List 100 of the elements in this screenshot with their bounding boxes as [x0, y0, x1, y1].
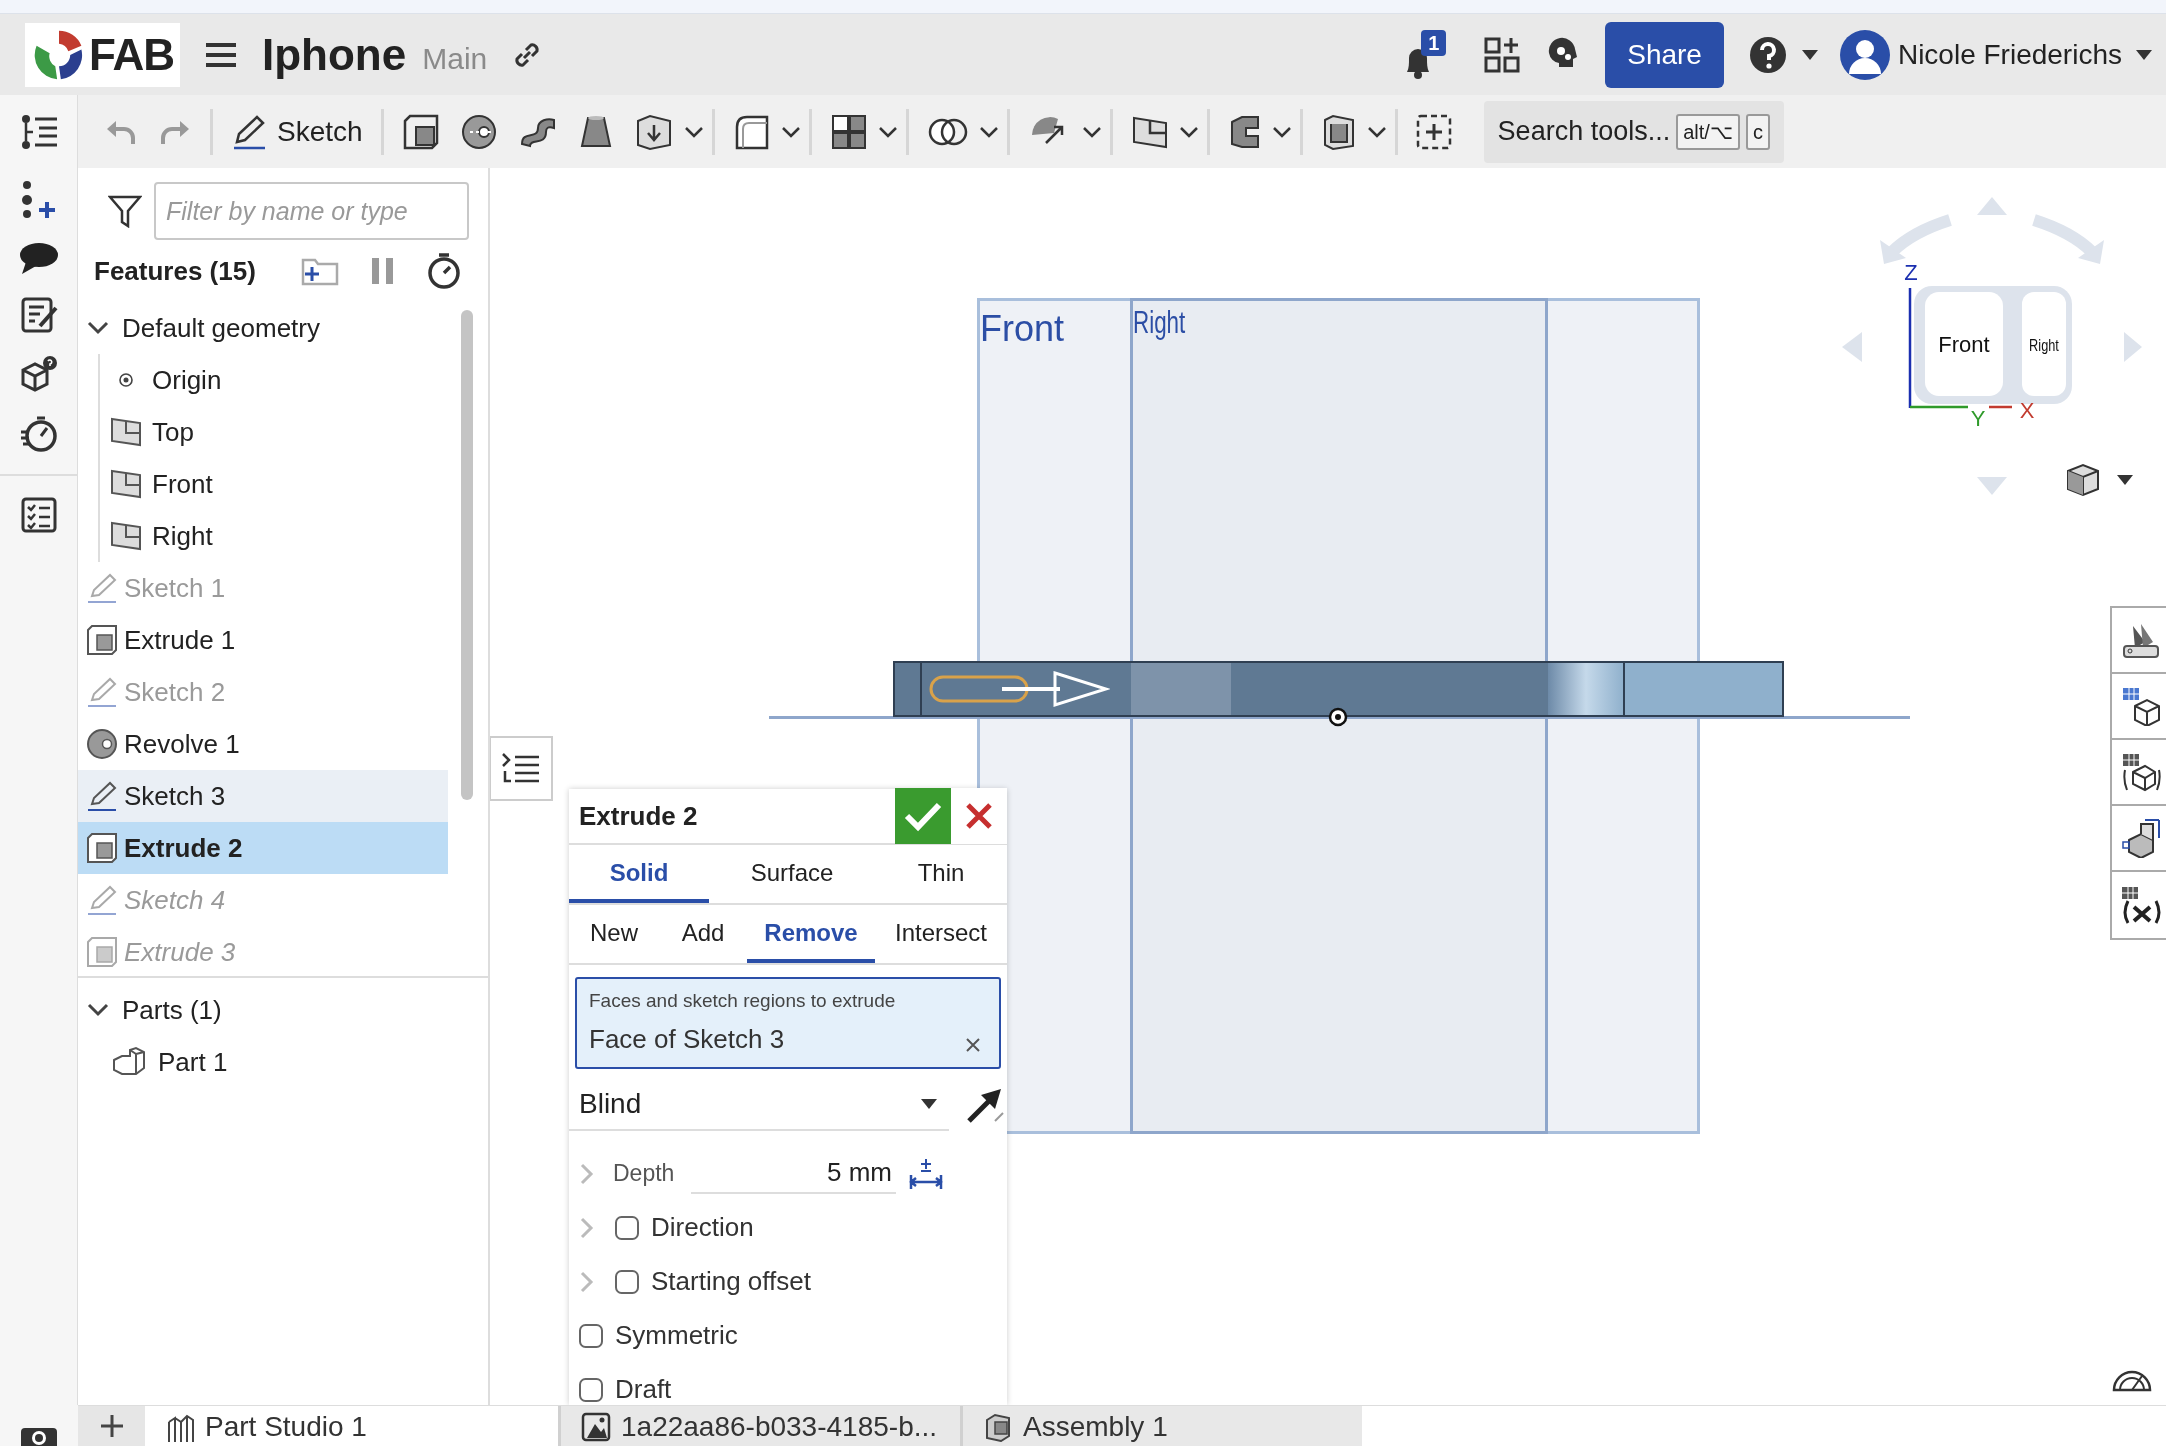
view-cube-widget[interactable]: Front Right Z Y X [1780, 180, 2166, 510]
view-cube[interactable] [1914, 286, 2072, 404]
checkbox[interactable] [579, 1323, 603, 1348]
filter-icon[interactable] [108, 194, 142, 228]
tree-item[interactable]: Origin [78, 354, 448, 406]
comment-icon [17, 240, 60, 276]
clear-icon[interactable] [965, 1036, 981, 1053]
help-button[interactable] [1747, 34, 1788, 75]
rail-button[interactable] [19, 296, 58, 334]
pencil-icon [86, 780, 118, 812]
pause-icon[interactable] [369, 256, 396, 286]
pencil-icon [231, 113, 267, 150]
user-name[interactable]: Nicole Friederichs [1897, 33, 2122, 76]
feature-item[interactable]: Sketch 3 [78, 770, 448, 822]
tree-item[interactable]: Front [78, 458, 448, 510]
plane-icon [110, 417, 142, 447]
part-drawing[interactable] [893, 661, 1784, 717]
branch-name: Main [422, 41, 488, 77]
dialog-title: Extrude 2 [579, 799, 698, 833]
checklist-icon [19, 496, 58, 534]
feature-item[interactable]: Extrude 1 [78, 614, 448, 666]
checkbox[interactable] [615, 1269, 639, 1294]
notification-badge: 1 [1421, 29, 1447, 56]
cube-face-label: Front [1938, 332, 1990, 357]
feature-item[interactable]: Extrude 2 [78, 822, 448, 874]
cube-table-icon [2121, 686, 2161, 726]
caret-icon[interactable] [1178, 125, 1199, 138]
plane-label: Right [1133, 303, 1186, 342]
axis-label: X [2019, 398, 2035, 423]
tab[interactable]: Remove [747, 905, 875, 963]
filter-field[interactable]: Filter by name or type [154, 182, 469, 240]
end-type-dropdown[interactable]: Blind [569, 1078, 949, 1131]
document-title: Iphone [262, 28, 407, 81]
close-button[interactable] [951, 788, 1007, 844]
right-plane[interactable] [1130, 298, 1548, 1134]
add-icon [1415, 113, 1452, 150]
caret-icon[interactable] [2117, 475, 2133, 485]
dimension-icon[interactable] [908, 1156, 944, 1191]
selection-field[interactable]: Faces and sketch regions to extrude Face of Sketch 3 [575, 977, 1001, 1069]
tree-group[interactable]: Parts (1) [78, 984, 488, 1036]
variable-icon [2120, 885, 2162, 925]
caret-icon[interactable] [1801, 49, 1818, 60]
direction-arrow[interactable] [1000, 669, 1110, 709]
origin-point[interactable] [1328, 707, 1348, 727]
measure-icon [2121, 818, 2161, 858]
caret-icon[interactable] [1271, 125, 1292, 138]
cube-face-label: Right [2029, 335, 2059, 355]
caret-icon[interactable] [978, 125, 999, 138]
tab[interactable]: Intersect [875, 905, 1007, 963]
cube-icon [86, 936, 118, 968]
check-icon [903, 800, 943, 832]
tab[interactable]: Thin [875, 845, 1007, 903]
tree-toggle-button[interactable] [490, 736, 553, 801]
document-tab[interactable]: Assembly 1 [960, 1406, 1362, 1446]
close-icon [965, 802, 993, 830]
tree-group[interactable]: Default geometry [78, 302, 448, 354]
caret-icon[interactable] [780, 125, 801, 138]
checkbox[interactable] [579, 1377, 603, 1402]
accept-button[interactable] [895, 788, 951, 844]
rail-button[interactable] [18, 414, 59, 454]
avatar-icon[interactable] [1839, 29, 1890, 80]
checkbox[interactable] [615, 1215, 639, 1240]
caret-icon[interactable] [877, 125, 898, 138]
search-tools-field[interactable]: Search tools... alt/⌥ c [1483, 100, 1784, 163]
document-tab[interactable]: 1a22aa86-b033-4185-b... [558, 1406, 960, 1446]
plane-icon [1130, 114, 1169, 149]
tab[interactable]: Add [659, 905, 747, 963]
apps-button[interactable] [1483, 35, 1522, 74]
scrollbar-thumb[interactable] [461, 310, 473, 800]
add-tab-button[interactable] [78, 1406, 145, 1446]
plane-label: Front [980, 307, 1065, 351]
notes-icon [19, 296, 58, 334]
tab[interactable]: Surface [709, 845, 875, 903]
cube-icon [401, 112, 440, 151]
option-label: Symmetric [615, 1319, 738, 1352]
feature-item[interactable]: Revolve 1 [78, 718, 448, 770]
field-label: Depth [613, 1159, 676, 1189]
stopwatch-icon[interactable] [425, 252, 462, 290]
caret-icon[interactable] [1366, 125, 1387, 138]
cube-icon[interactable] [2065, 462, 2101, 498]
option-label: Direction [651, 1211, 754, 1244]
tab[interactable]: Solid [569, 845, 709, 903]
tree-item[interactable]: Top [78, 406, 448, 458]
menu-button[interactable] [204, 40, 238, 69]
caret-icon[interactable] [2136, 49, 2152, 60]
notifications-button[interactable]: 1 [1401, 29, 1454, 80]
rail-button[interactable] [19, 496, 58, 534]
logo[interactable]: FAB [25, 22, 180, 87]
part-icon [112, 1046, 146, 1078]
chevron-down-icon [86, 320, 110, 336]
caret-icon[interactable] [1081, 125, 1102, 138]
caret-icon[interactable] [683, 125, 704, 138]
tree-item[interactable]: Part 1 [78, 1036, 488, 1088]
tree-item[interactable]: Right [78, 510, 448, 562]
cube-table-icon [2121, 752, 2161, 792]
sketch-button[interactable]: Sketch [221, 106, 373, 157]
tab[interactable]: New [569, 905, 659, 963]
shortcut-key: alt/⌥ [1676, 113, 1740, 150]
share-button[interactable]: Share [1605, 21, 1724, 88]
rail-button[interactable] [17, 240, 60, 276]
